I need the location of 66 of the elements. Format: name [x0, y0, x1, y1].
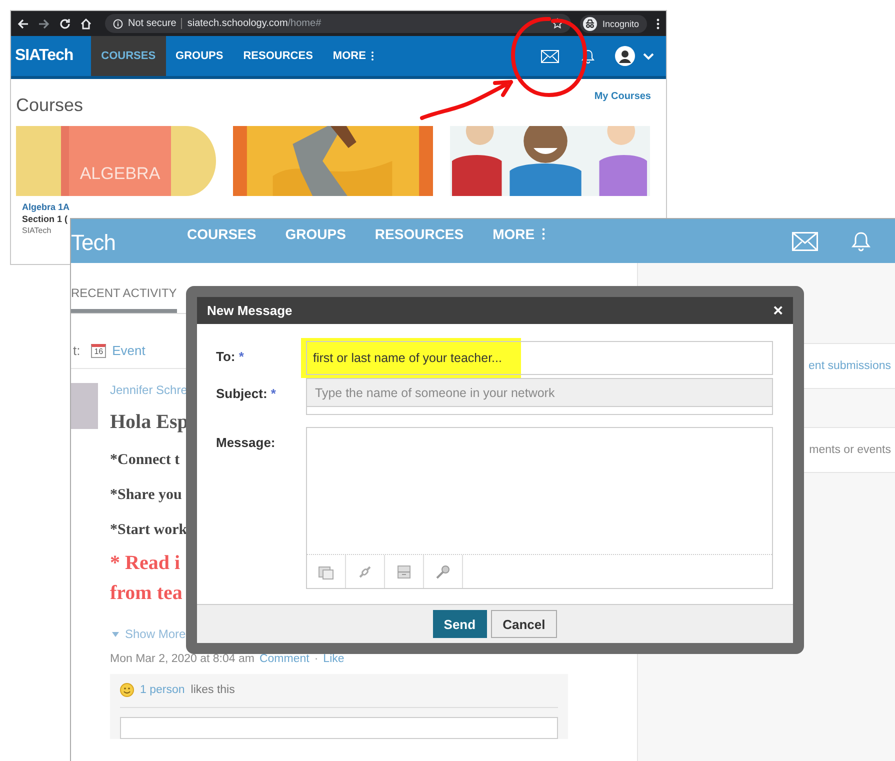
close-button[interactable]: ×: [773, 302, 783, 319]
security-label: Not secure: [128, 18, 176, 29]
back-arrow-icon[interactable]: [17, 18, 29, 30]
subject-label: Subject: *: [216, 385, 277, 403]
event-link[interactable]: Event: [112, 343, 146, 358]
incognito-badge[interactable]: Incognito: [580, 14, 647, 32]
nav-tab[interactable]: COURSES: [91, 36, 166, 76]
photo-placeholder: [71, 383, 98, 429]
to-field[interactable]: first or last name of your teacher...: [306, 341, 773, 375]
logo[interactable]: SIATech: [11, 47, 92, 65]
chevron-down-icon[interactable]: [643, 52, 654, 60]
bell-icon[interactable]: [581, 48, 595, 64]
nav-tab[interactable]: GROUPS: [166, 36, 234, 76]
logo[interactable]: Tech: [71, 230, 187, 256]
message-field[interactable]: [306, 427, 773, 589]
link-icon: [357, 564, 373, 580]
post-timestamp: Mon Mar 2, 2020 at 8:04 am: [110, 653, 254, 665]
mail-icon[interactable]: [541, 50, 559, 62]
sidebar-link[interactable]: ments or events: [809, 444, 891, 456]
likes-text: likes this: [190, 684, 235, 696]
post-type-label: t:: [73, 343, 80, 358]
message-label: Message:: [216, 434, 276, 452]
nav-tab[interactable]: RESOURCES: [374, 226, 464, 242]
post-text: *Connect t: [110, 452, 180, 469]
nav-tab[interactable]: MORE: [322, 36, 384, 76]
caret-icon: [112, 632, 119, 636]
send-button[interactable]: Send: [432, 610, 487, 638]
comment-field[interactable]: [120, 717, 558, 739]
post-alert-text: * Read i: [110, 552, 180, 575]
my-courses-link[interactable]: My Courses: [594, 91, 651, 102]
url-text: siatech.schoology.com/home#: [187, 18, 322, 29]
drawer-icon: [396, 564, 412, 580]
cancel-button[interactable]: Cancel: [490, 610, 558, 638]
menu-icon[interactable]: [656, 18, 660, 30]
forward-arrow-icon[interactable]: [38, 18, 50, 30]
course-name-link[interactable]: Algebra 1A: [22, 202, 218, 212]
home-icon[interactable]: [80, 18, 92, 30]
avatar-icon[interactable]: [615, 46, 635, 66]
to-label: To: *: [216, 348, 245, 366]
reload-icon[interactable]: [59, 18, 71, 30]
image-icon: [318, 564, 334, 580]
likes-count-link[interactable]: 1 person: [140, 684, 185, 696]
post-alert-text: from tea: [110, 582, 182, 605]
post-action-link[interactable]: Like: [323, 653, 344, 665]
post-text: *Start work: [110, 522, 188, 539]
nav-tab[interactable]: COURSES: [187, 226, 256, 242]
calendar-date: 16: [91, 344, 106, 358]
microphone-icon: [435, 564, 451, 580]
author-link[interactable]: Jennifer Schre: [110, 383, 188, 397]
page-title: Courses: [16, 95, 84, 116]
nav-tab[interactable]: MORE: [492, 226, 545, 242]
address-bar[interactable]: Not secure siatech.schoology.com/home#: [105, 14, 572, 33]
nav-tab[interactable]: GROUPS: [285, 226, 346, 242]
smiley-icon: [120, 683, 134, 697]
page-tab[interactable]: RECENT ACTIVITY: [71, 286, 177, 313]
post-action-link[interactable]: Comment: [259, 653, 310, 665]
dialog-title: New Message: [207, 303, 292, 318]
info-icon: [113, 18, 123, 28]
autocomplete-menu[interactable]: Type the name of someone in your network: [306, 378, 773, 407]
separator-dot: ·: [314, 653, 318, 665]
course-section: Section 1 (: [22, 214, 218, 224]
sidebar-link[interactable]: ent submissions: [808, 360, 891, 372]
incognito-icon: [583, 16, 598, 30]
post-text: *Share you: [110, 487, 182, 504]
nav-tab[interactable]: RESOURCES: [233, 36, 323, 76]
course-cover-drawing: ALGEBRA: [16, 126, 216, 196]
